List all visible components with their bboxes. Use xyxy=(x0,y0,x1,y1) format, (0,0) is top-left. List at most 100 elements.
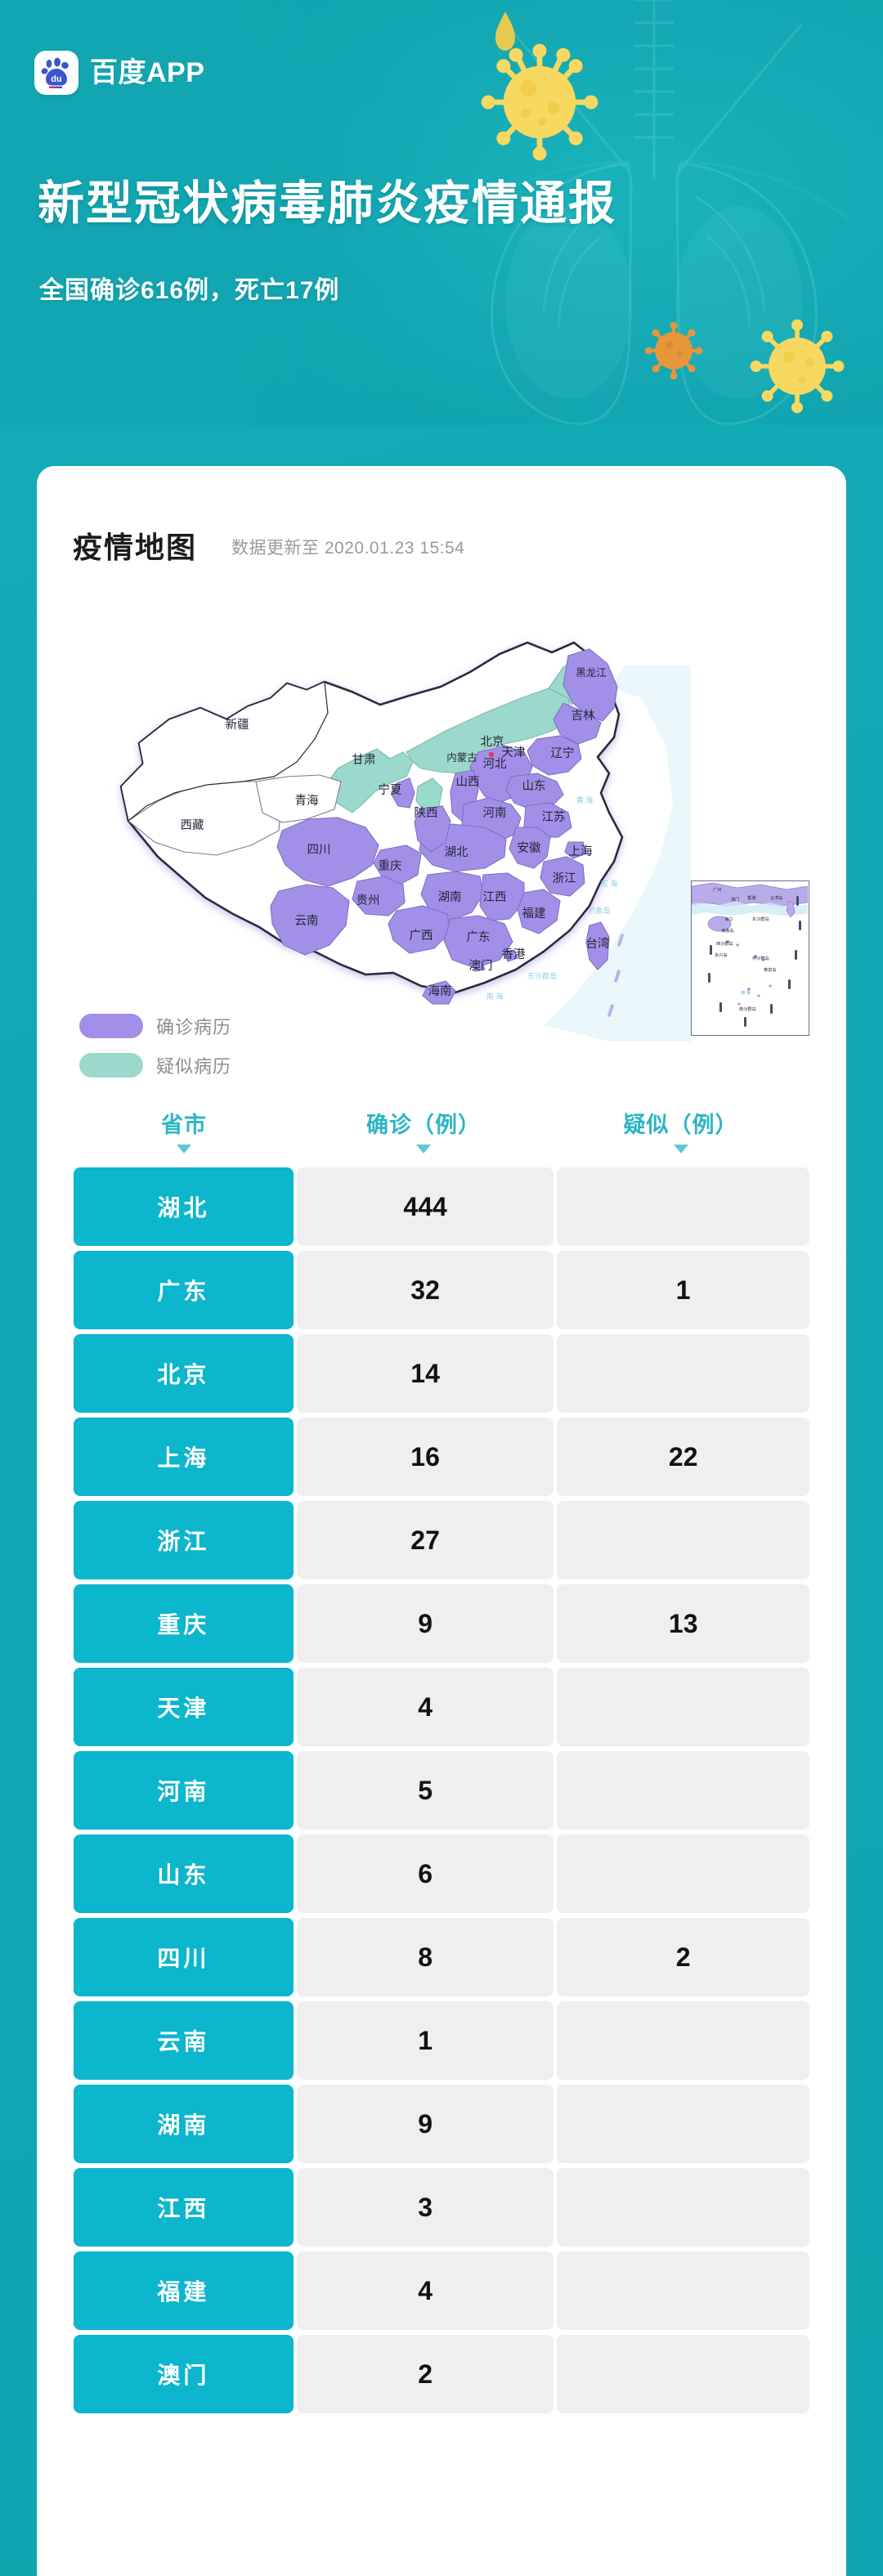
south-china-sea-inset[interactable]: 广州 澳门 香港 台湾岛 海口 东沙群岛 海南岛 西沙群岛 永兴岛 中沙群岛 黄… xyxy=(691,880,809,1036)
cell-province: 湖北 xyxy=(74,1167,294,1246)
legend-label-confirmed: 确诊病历 xyxy=(156,1017,232,1037)
svg-text:海口: 海口 xyxy=(724,916,733,922)
table-row[interactable]: 江西 3 xyxy=(74,2168,809,2247)
svg-text:南沙群岛: 南沙群岛 xyxy=(739,1006,756,1012)
svg-text:du: du xyxy=(51,74,61,84)
map-sea-label: 黄 海 xyxy=(576,795,594,804)
cell-confirmed: 14 xyxy=(296,1334,554,1413)
page-subtitle: 全国确诊616例，死亡17例 xyxy=(39,277,340,304)
cell-suspected: 13 xyxy=(557,1584,809,1663)
cell-suspected xyxy=(557,1835,809,1913)
map-sea-label: 东 海 xyxy=(601,879,618,888)
map-label-海南: 海南 xyxy=(428,984,452,998)
legend-item: 疑似病历 xyxy=(79,1052,231,1078)
table-row[interactable]: 云南 1 xyxy=(74,2001,809,2080)
map-label-贵州: 贵州 xyxy=(356,894,380,907)
map-label-安徽: 安徽 xyxy=(518,841,541,855)
table-row[interactable]: 北京 14 xyxy=(74,1334,809,1413)
data-updated-label: 数据更新至 2020.01.23 15:54 xyxy=(231,539,465,558)
cell-suspected xyxy=(557,1501,809,1579)
svg-text:香港: 香港 xyxy=(747,894,756,901)
coronavirus-icon xyxy=(644,321,703,380)
map-label-江西: 江西 xyxy=(483,890,507,904)
table-row[interactable]: 河南 5 xyxy=(74,1751,809,1830)
map-label-天津: 天津 xyxy=(502,746,526,759)
map-legend: 确诊病历 疑似病历 xyxy=(79,1013,231,1078)
cell-province: 上海 xyxy=(74,1418,294,1496)
cell-province: 广东 xyxy=(74,1251,294,1329)
cell-suspected xyxy=(557,1334,809,1413)
table-row[interactable]: 福建 4 xyxy=(74,2251,809,2330)
cell-suspected: 2 xyxy=(557,1918,809,1996)
cell-province: 山东 xyxy=(74,1835,294,1913)
cell-confirmed: 4 xyxy=(296,1668,554,1746)
map-label-四川: 四川 xyxy=(307,844,331,857)
cell-suspected xyxy=(557,2168,809,2247)
cell-province: 云南 xyxy=(74,2001,294,2080)
svg-text:广州: 广州 xyxy=(713,886,721,893)
table-row[interactable]: 天津 4 xyxy=(74,1668,809,1746)
table-row[interactable]: 浙江 27 xyxy=(74,1501,809,1579)
map-label-广西: 广西 xyxy=(410,929,433,943)
map-label-陕西: 陕西 xyxy=(415,806,438,820)
card-header: 疫情地图 数据更新至 2020.01.23 15:54 xyxy=(37,466,846,562)
table-row[interactable]: 澳门 2 xyxy=(74,2335,809,2413)
cell-confirmed: 444 xyxy=(296,1167,554,1246)
map-sea-label: 南 海 xyxy=(486,992,504,1001)
column-header-label: 确诊（例） xyxy=(366,1112,481,1137)
cell-province: 重庆 xyxy=(74,1584,294,1663)
cell-confirmed: 16 xyxy=(296,1418,554,1496)
map-label-广东: 广东 xyxy=(467,930,491,944)
map-label-重庆: 重庆 xyxy=(379,859,402,873)
cell-confirmed: 9 xyxy=(296,2085,554,2163)
table-row[interactable]: 湖北 444 xyxy=(74,1167,809,1246)
map-label-新疆: 新疆 xyxy=(226,718,249,732)
column-header-suspected[interactable]: 疑似（例） xyxy=(553,1107,809,1154)
cell-suspected xyxy=(557,2001,809,2080)
sort-descending-caret-icon[interactable] xyxy=(673,1144,688,1154)
sort-descending-caret-icon[interactable] xyxy=(416,1144,431,1154)
cell-confirmed: 5 xyxy=(296,1751,554,1830)
cell-confirmed: 32 xyxy=(296,1251,554,1329)
map-label-香港: 香港 xyxy=(502,948,526,961)
cell-province: 澳门 xyxy=(74,2335,294,2413)
table-row[interactable]: 重庆 9 13 xyxy=(74,1584,809,1663)
map-label-上海: 上海 xyxy=(569,844,593,858)
column-header-label: 疑似（例） xyxy=(623,1112,738,1137)
map-label-澳门: 澳门 xyxy=(469,959,493,973)
cell-confirmed: 3 xyxy=(296,2168,554,2247)
page-title: 新型冠状病毒肺炎疫情通报 xyxy=(38,177,616,230)
table-row[interactable]: 上海 16 22 xyxy=(74,1418,809,1496)
legend-label-suspected: 疑似病历 xyxy=(156,1056,232,1077)
cell-confirmed: 4 xyxy=(296,2251,554,2330)
sort-descending-caret-icon[interactable] xyxy=(177,1144,191,1154)
map-label-山东: 山东 xyxy=(522,779,546,793)
svg-text:黄岩岛: 黄岩岛 xyxy=(764,966,777,973)
cell-confirmed: 8 xyxy=(296,1918,554,1996)
legend-item: 确诊病历 xyxy=(79,1013,231,1039)
cell-suspected: 1 xyxy=(557,1251,809,1329)
cell-province: 福建 xyxy=(74,2251,294,2330)
table-body: 湖北 444 广东 32 1 北京 14 上海 16 22 浙江 27 重庆 9 13 天津 4 河南 5 山东 6 四川… xyxy=(74,1167,809,2413)
table-row[interactable]: 四川 8 2 xyxy=(74,1918,809,1996)
map-sea-label: 钓鱼岛 xyxy=(588,906,610,915)
svg-text:澳门: 澳门 xyxy=(731,896,739,903)
coronavirus-icon xyxy=(750,319,845,414)
table-row[interactable]: 山东 6 xyxy=(74,1835,809,1913)
cell-confirmed: 6 xyxy=(296,1835,554,1913)
cell-province: 天津 xyxy=(74,1668,294,1746)
china-epidemic-map[interactable]: 新疆 西藏 青海 甘肃 内蒙古 宁夏 陕西 四川 重庆 云南 贵州 广西 湖南 湖北 河南 山西 河北 北京 天津山… xyxy=(37,567,846,1077)
map-label-西藏: 西藏 xyxy=(181,818,204,832)
map-label-河南: 河南 xyxy=(483,806,507,820)
map-label-云南: 云南 xyxy=(295,914,319,928)
table-row[interactable]: 湖南 9 xyxy=(74,2085,809,2163)
map-label-青海: 青海 xyxy=(295,794,319,808)
cell-province: 浙江 xyxy=(74,1501,294,1579)
column-header-confirmed[interactable]: 确诊（例） xyxy=(294,1107,553,1154)
cell-suspected xyxy=(557,2085,809,2163)
column-header-province[interactable]: 省市 xyxy=(74,1107,294,1154)
svg-text:西沙群岛: 西沙群岛 xyxy=(716,940,733,947)
table-row[interactable]: 广东 32 1 xyxy=(74,1251,809,1329)
cell-province: 湖南 xyxy=(74,2085,294,2163)
cell-confirmed: 1 xyxy=(296,2001,554,2080)
